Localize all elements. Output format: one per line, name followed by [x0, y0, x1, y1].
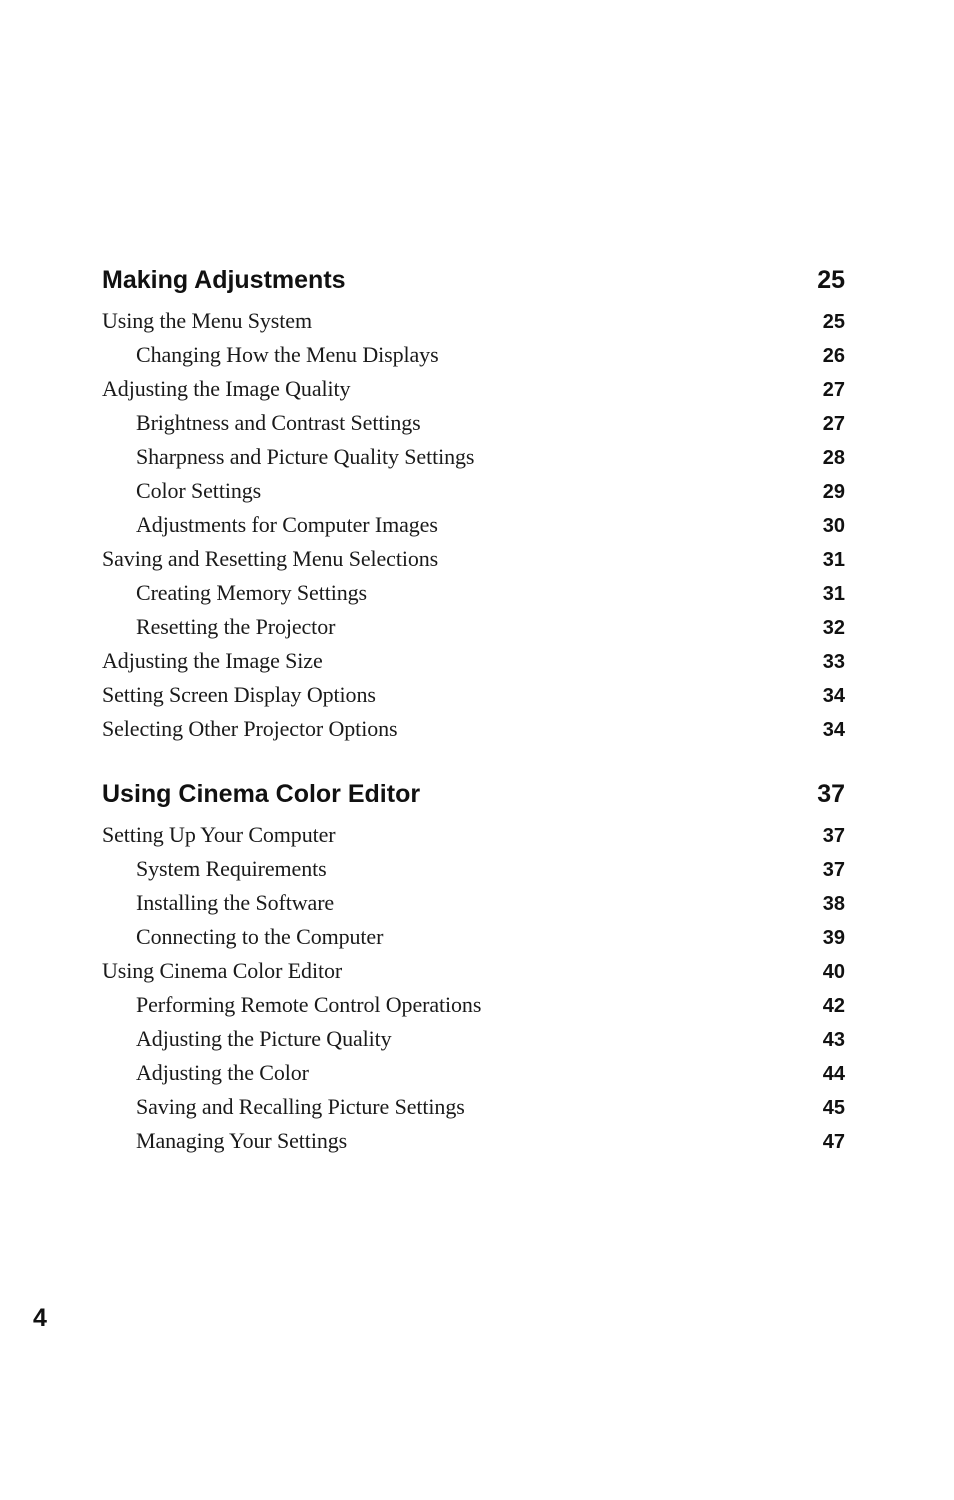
toc-entry[interactable]: Adjusting the Image Size 33 [102, 644, 845, 678]
entry-title: Changing How the Menu Displays [136, 342, 439, 367]
entry-page: 29 [822, 481, 845, 503]
toc-entry[interactable]: Using the Menu System 25 [102, 304, 845, 338]
entry-page: 33 [822, 651, 845, 673]
entry-title: Resetting the Projector [136, 614, 336, 639]
toc-entry[interactable]: Brightness and Contrast Settings 27 [102, 406, 845, 440]
entry-title: Creating Memory Settings [136, 580, 368, 605]
toc-entry[interactable]: System Requirements 37 [102, 852, 845, 886]
entry-page: 47 [822, 1131, 845, 1153]
entry-page: 32 [822, 617, 845, 639]
toc-entry[interactable]: Saving and Resetting Menu Selections 31 [102, 542, 845, 576]
entry-title: Adjusting the Image Size [102, 648, 323, 673]
toc-entry[interactable]: Sharpness and Picture Quality Settings 28 [102, 440, 845, 474]
toc-entry[interactable]: Managing Your Settings 47 [102, 1124, 845, 1158]
entry-page: 37 [822, 859, 845, 881]
toc-entry[interactable]: Adjustments for Computer Images 30 [102, 508, 845, 542]
entry-page: 38 [822, 893, 845, 915]
toc-entry[interactable]: Adjusting the Color 44 [102, 1056, 845, 1090]
toc-entry[interactable]: Changing How the Menu Displays 26 [102, 338, 845, 372]
toc-entry[interactable]: Adjusting the Picture Quality 43 [102, 1022, 845, 1056]
entry-page: 42 [822, 995, 845, 1017]
toc-entry[interactable]: Setting Screen Display Options 34 [102, 678, 845, 712]
entry-page: 26 [822, 345, 845, 367]
page-number: 4 [33, 1304, 47, 1332]
entry-title: Color Settings [136, 478, 262, 503]
entry-page: 34 [822, 719, 845, 741]
entry-title: Adjusting the Picture Quality [136, 1026, 392, 1051]
section-page: 37 [817, 780, 845, 808]
toc-entry[interactable]: Installing the Software 38 [102, 886, 845, 920]
toc-entry[interactable]: Color Settings 29 [102, 474, 845, 508]
entry-page: 43 [822, 1029, 845, 1051]
toc-section: Making Adjustments 25 Using the Menu Sys… [102, 262, 845, 746]
toc-entry[interactable]: Selecting Other Projector Options 34 [102, 712, 845, 746]
section-title: Making Adjustments [102, 266, 346, 294]
entry-page: 39 [822, 927, 845, 949]
toc-entry[interactable]: Resetting the Projector 32 [102, 610, 845, 644]
entry-page: 31 [822, 583, 845, 605]
entry-page: 27 [822, 413, 845, 435]
section-page: 25 [817, 266, 845, 294]
entry-title: Selecting Other Projector Options [102, 716, 398, 741]
section-heading[interactable]: Making Adjustments 25 [102, 262, 845, 298]
entry-title: Adjustments for Computer Images [136, 512, 438, 537]
entry-title: Saving and Resetting Menu Selections [102, 546, 439, 571]
entry-page: 45 [822, 1097, 845, 1119]
entry-page: 25 [822, 311, 845, 333]
toc-section: Using Cinema Color Editor 37 Setting Up … [102, 776, 845, 1158]
entry-title: Adjusting the Image Quality [102, 376, 351, 401]
entry-title: Brightness and Contrast Settings [136, 410, 421, 435]
section-entries: Setting Up Your Computer 37 System Require… [102, 818, 845, 1158]
toc-entry[interactable]: Connecting to the Computer 39 [102, 920, 845, 954]
section-entries: Using the Menu System 25 Changing How the … [102, 304, 845, 746]
section-title: Using Cinema Color Editor [102, 780, 421, 808]
entry-title: Saving and Recalling Picture Settings [136, 1094, 465, 1119]
entry-title: Setting Screen Display Options [102, 682, 376, 707]
entry-title: Sharpness and Picture Quality Settings [136, 444, 475, 469]
entry-title: Using Cinema Color Editor [102, 958, 343, 983]
entry-page: 34 [822, 685, 845, 707]
entry-title: Installing the Software [136, 890, 335, 915]
entry-page: 27 [822, 379, 845, 401]
entry-page: 37 [822, 825, 845, 847]
section-heading[interactable]: Using Cinema Color Editor 37 [102, 776, 845, 812]
toc-entry[interactable]: Saving and Recalling Picture Settings 45 [102, 1090, 845, 1124]
entry-page: 28 [822, 447, 845, 469]
entry-title: Setting Up Your Computer [102, 822, 336, 847]
entry-title: Using the Menu System [102, 308, 312, 333]
toc-entry[interactable]: Setting Up Your Computer 37 [102, 818, 845, 852]
toc-entry[interactable]: Using Cinema Color Editor 40 [102, 954, 845, 988]
entry-page: 30 [822, 515, 845, 537]
entry-title: Managing Your Settings [136, 1128, 348, 1153]
toc-entry[interactable]: Creating Memory Settings 31 [102, 576, 845, 610]
entry-title: Connecting to the Computer [136, 924, 384, 949]
toc-entry[interactable]: Performing Remote Control Operations 42 [102, 988, 845, 1022]
entry-page: 44 [822, 1063, 845, 1085]
toc-entry[interactable]: Adjusting the Image Quality 27 [102, 372, 845, 406]
entry-page: 40 [822, 961, 845, 983]
entry-title: Performing Remote Control Operations [136, 992, 482, 1017]
entry-title: Adjusting the Color [136, 1060, 309, 1085]
entry-page: 31 [822, 549, 845, 571]
table-of-contents: Making Adjustments 25 Using the Menu Sys… [102, 262, 845, 1158]
entry-title: System Requirements [136, 856, 327, 881]
